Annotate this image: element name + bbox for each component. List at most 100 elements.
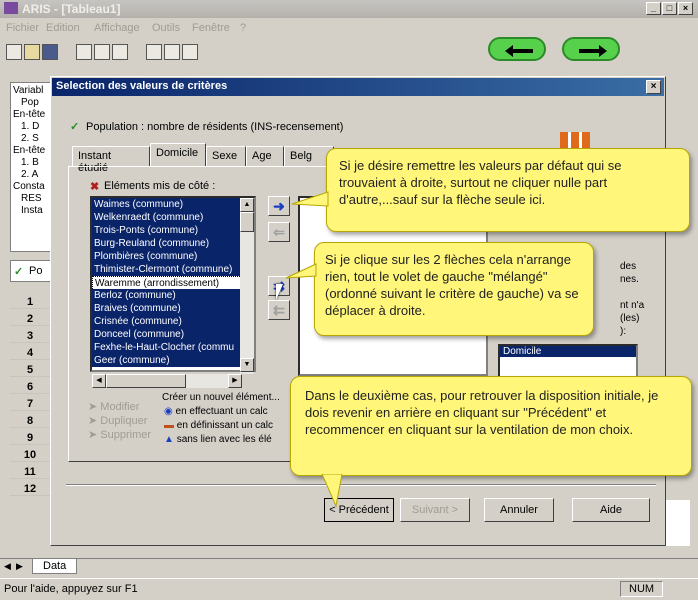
row-header[interactable]: 10	[10, 449, 50, 462]
arrow-right-icon	[579, 45, 607, 57]
save-icon[interactable]	[42, 44, 58, 60]
menu-fichier[interactable]: Fichier	[6, 22, 39, 34]
sheet-next-icon[interactable]: ▶	[16, 561, 23, 572]
list-item[interactable]: Burg-Reuland (commune)	[92, 237, 244, 250]
window-titlebar: ARIS - [Tableau1]	[0, 0, 698, 18]
supprimer-action[interactable]: ➤ Supprimer	[88, 428, 151, 441]
tree-item[interactable]: RES	[21, 193, 42, 204]
close-button[interactable]: ×	[678, 2, 693, 15]
tab-sexe[interactable]: Sexe	[206, 146, 246, 166]
row-header[interactable]: 1	[10, 296, 50, 309]
list-label: Eléments mis de côté :	[104, 180, 216, 192]
create-option-1[interactable]: ◉ en effectuant un calc	[164, 406, 268, 417]
tree-item[interactable]: Insta	[21, 205, 43, 216]
new-icon[interactable]	[6, 44, 22, 60]
excluded-icon: ✖	[90, 181, 100, 193]
menu-edition[interactable]: Edition	[46, 22, 80, 34]
tree-item[interactable]: 1. B	[21, 157, 39, 168]
dupliquer-action[interactable]: ➤ Dupliquer	[88, 414, 147, 427]
forward-button[interactable]	[562, 37, 620, 61]
row-header[interactable]: 8	[10, 415, 50, 428]
excluded-items-list[interactable]: Waimes (commune) Welkenraedt (commune) T…	[90, 196, 256, 372]
minimize-button[interactable]: _	[646, 2, 661, 15]
list-item[interactable]: Berloz (commune)	[92, 289, 244, 302]
back-button[interactable]	[488, 37, 546, 61]
tree-item[interactable]: 2. S	[21, 133, 39, 144]
print-icon[interactable]	[146, 44, 162, 60]
tab-domicile[interactable]: Domicile	[150, 143, 206, 167]
arrow-left-icon	[505, 45, 533, 57]
dialog-close-button[interactable]: ×	[646, 80, 661, 94]
callout-pointer-2	[285, 263, 317, 279]
create-option-2[interactable]: ▬ en définissant un calc	[164, 420, 273, 431]
info-text: nes.	[620, 274, 639, 285]
list-item[interactable]: Trois-Ponts (commune)	[92, 224, 244, 237]
list-item[interactable]: Waimes (commune)	[92, 198, 244, 211]
scroll-left-button[interactable]: ◀	[92, 374, 106, 388]
cut-icon[interactable]	[76, 44, 92, 60]
list-item[interactable]: Donceel (commune)	[92, 328, 244, 341]
open-icon[interactable]	[24, 44, 40, 60]
tree-item[interactable]: 1. D	[21, 121, 39, 132]
row-header[interactable]: 3	[10, 330, 50, 343]
list-item[interactable]: Braives (commune)	[92, 302, 244, 315]
list-item[interactable]: Fexhe-le-Haut-Clocher (commu	[92, 341, 244, 354]
menu-fenetre[interactable]: Fenêtre	[192, 22, 230, 34]
link-icon: ▲	[164, 434, 177, 445]
move-all-left-button[interactable]: ⇇	[268, 300, 290, 320]
sheet-nav: ◀ ▶ Data	[0, 558, 698, 576]
context-help-icon[interactable]	[182, 44, 198, 60]
list-item[interactable]: Thimister-Clermont (commune)	[92, 263, 244, 276]
row-header[interactable]: 12	[10, 483, 50, 496]
scroll-up-button[interactable]: ▲	[240, 198, 254, 212]
tree-item[interactable]: 2. A	[21, 169, 38, 180]
move-one-right-button[interactable]: ➜	[268, 196, 290, 216]
tab-instant-etudie[interactable]: Instant étudié	[72, 146, 150, 174]
tree-item[interactable]: En-tête	[13, 145, 45, 156]
callout-pointer-3	[321, 474, 343, 508]
list-item[interactable]: Geer (commune)	[92, 354, 244, 367]
modifier-action[interactable]: ➤ Modifier	[88, 400, 139, 413]
row-header[interactable]: 6	[10, 381, 50, 394]
callout-bubble-3: Dans le deuxième cas, pour retrouver la …	[290, 376, 692, 476]
tree-item[interactable]: Consta	[13, 181, 45, 192]
copy-icon[interactable]	[94, 44, 110, 60]
sheet-prev-icon[interactable]: ◀	[4, 561, 11, 572]
next-button[interactable]: Suivant >	[400, 498, 470, 522]
create-option-3[interactable]: ▲ sans lien avec les élé	[164, 434, 272, 445]
sheet-tab-data[interactable]: Data	[32, 559, 78, 574]
row-header[interactable]: 2	[10, 313, 50, 326]
tab-age[interactable]: Age	[246, 146, 284, 166]
row-header[interactable]: 4	[10, 347, 50, 360]
row-header[interactable]: 9	[10, 432, 50, 445]
create-title: Créer un nouvel élément...	[162, 392, 280, 403]
menu-help[interactable]: ?	[240, 22, 246, 34]
modifier-label: Modifier	[100, 401, 140, 413]
grid-tab-label: Po	[29, 265, 43, 277]
list-item[interactable]: Plombières (commune)	[92, 250, 244, 263]
list-item[interactable]: Crisnée (commune)	[92, 315, 244, 328]
paste-icon[interactable]	[112, 44, 128, 60]
tree-item[interactable]: Pop	[21, 97, 39, 108]
criteria-item-domicile[interactable]: Domicile	[500, 346, 636, 357]
help-icon[interactable]	[164, 44, 180, 60]
tree-item[interactable]: En-tête	[13, 109, 45, 120]
menu-bar: Fichier Edition Affichage Outils Fenêtre…	[0, 20, 698, 38]
status-num: NUM	[620, 581, 664, 597]
row-header[interactable]: 5	[10, 364, 50, 377]
list-item[interactable]: Welkenraedt (commune)	[92, 211, 244, 224]
maximize-button[interactable]: □	[662, 2, 677, 15]
menu-outils[interactable]: Outils	[152, 22, 180, 34]
scroll-thumb[interactable]	[240, 212, 254, 232]
scroll-h-thumb[interactable]	[106, 374, 186, 388]
define-icon: ▬	[164, 420, 177, 431]
help-button[interactable]: Aide	[572, 498, 650, 522]
row-header[interactable]: 11	[10, 466, 50, 479]
menu-affichage[interactable]: Affichage	[94, 22, 140, 34]
tree-item[interactable]: Variabl	[13, 85, 43, 96]
scroll-down-button[interactable]: ▼	[240, 358, 254, 372]
move-one-left-button[interactable]: ⇐	[268, 222, 290, 242]
cancel-button[interactable]: Annuler	[484, 498, 554, 522]
row-header[interactable]: 7	[10, 398, 50, 411]
scroll-right-button[interactable]: ▶	[228, 374, 242, 388]
